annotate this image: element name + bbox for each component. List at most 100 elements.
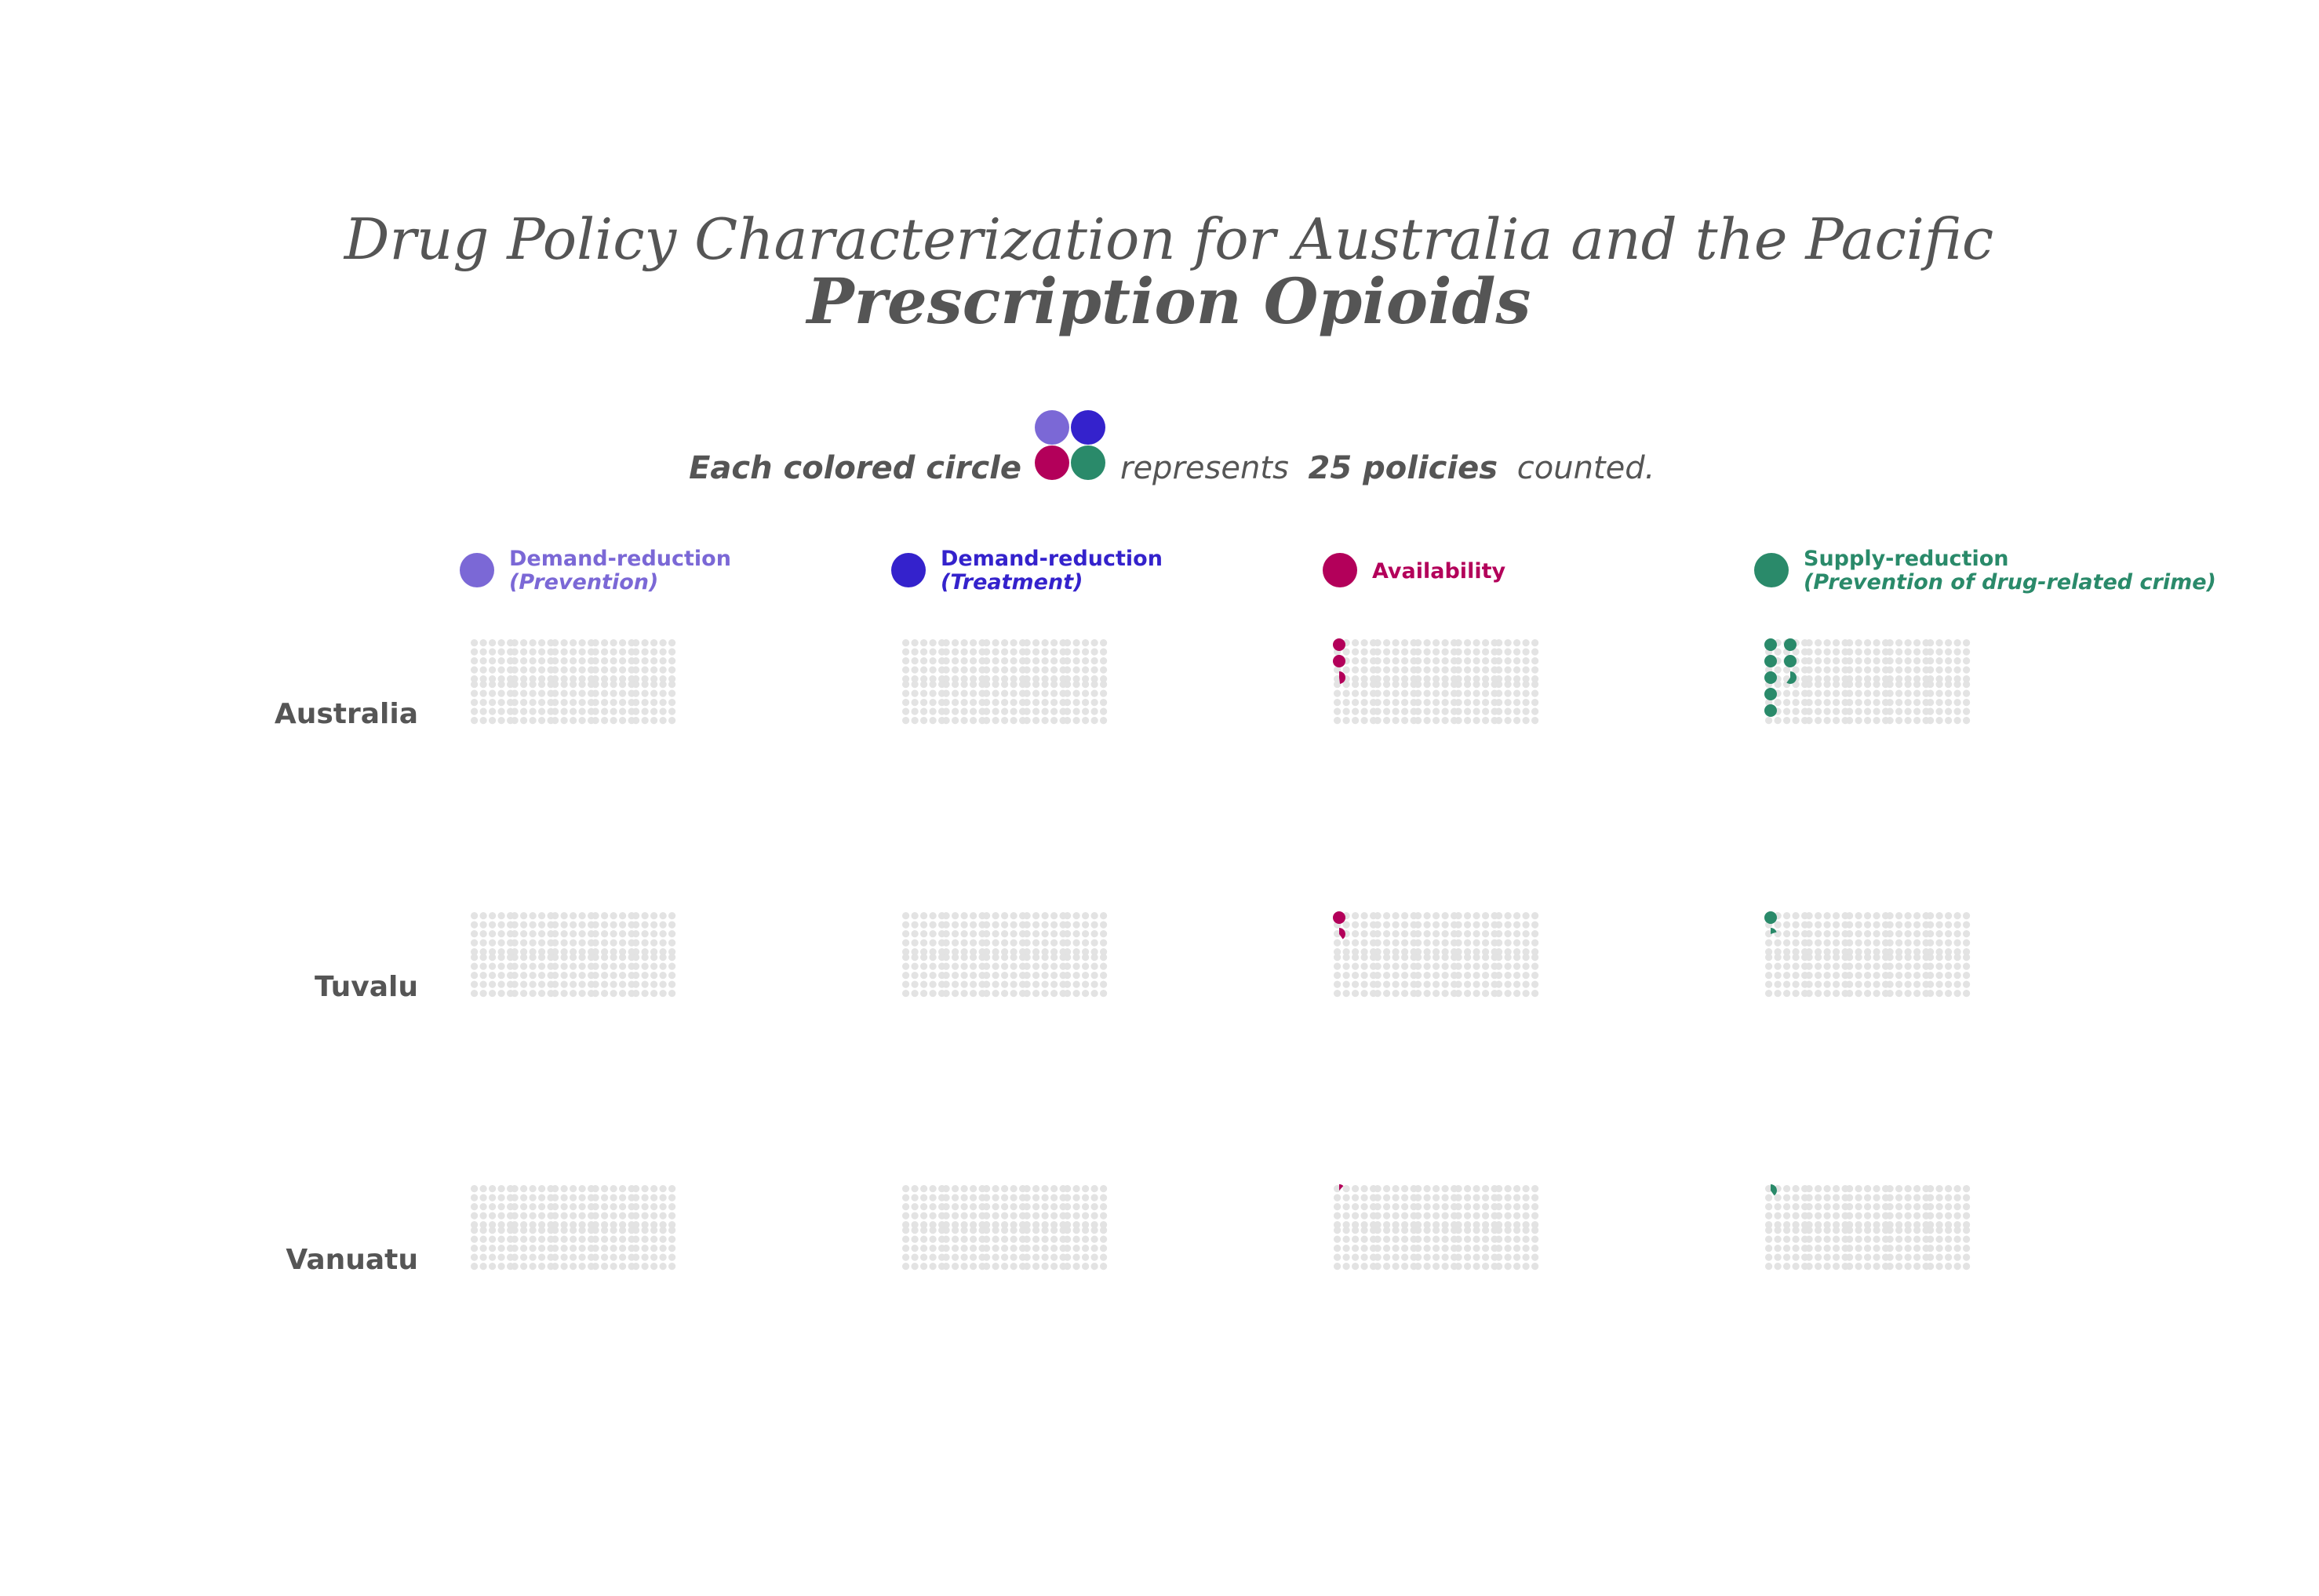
- grid-dot: [1504, 939, 1512, 947]
- grid-dot: [1522, 972, 1530, 980]
- grid-dot: [983, 1253, 991, 1261]
- grid-dot: [902, 689, 910, 697]
- grid-dot: [1360, 639, 1368, 647]
- grid-dot: [471, 699, 479, 707]
- grid-dot: [1495, 1203, 1503, 1211]
- grid-dot: [1945, 657, 1953, 665]
- grid-dot: [1334, 1253, 1342, 1261]
- grid-dot: [1935, 921, 1943, 929]
- grid-dot: [1945, 1245, 1953, 1252]
- grid-dot: [529, 1203, 537, 1211]
- grid-dot: [1464, 962, 1472, 970]
- grid-dot: [1963, 921, 1971, 929]
- grid-dot: [1495, 707, 1503, 715]
- grid-dot: [1383, 954, 1391, 962]
- grid-dot: [1482, 1253, 1490, 1261]
- grid-dot: [1855, 639, 1862, 647]
- grid-dot: [1895, 990, 1903, 998]
- grid-dot: [610, 1263, 617, 1271]
- grid-dot: [992, 1194, 999, 1202]
- grid-dot: [1504, 681, 1512, 689]
- grid-dot: [552, 648, 559, 656]
- grid-dot: [1433, 1235, 1440, 1243]
- grid-dot: [471, 930, 479, 938]
- grid-dot: [1913, 1263, 1921, 1271]
- grid-dot: [1383, 639, 1391, 647]
- grid-dot: [1064, 1253, 1072, 1261]
- grid-dot: [1904, 717, 1912, 725]
- grid-dot: [1352, 972, 1360, 980]
- grid-dot: [1927, 657, 1935, 665]
- grid-dot: [489, 1253, 497, 1261]
- grid-dot: [1864, 1185, 1872, 1193]
- grid-dot: [970, 972, 977, 980]
- grid-dot: [1050, 1194, 1058, 1202]
- key-legend: Each colored circle represents 25 polici…: [689, 410, 1655, 486]
- grid-dot: [1072, 954, 1080, 962]
- grid-dot: [471, 681, 479, 689]
- grid-dot: [983, 1203, 991, 1211]
- grid-dot: [1513, 1185, 1521, 1193]
- grid-dot: [520, 699, 528, 707]
- grid-dot: [942, 980, 950, 988]
- grid-dot: [960, 912, 968, 920]
- grid-dot: [1904, 1253, 1912, 1261]
- grid-dot: [1774, 666, 1782, 674]
- grid-dot: [1041, 954, 1049, 962]
- grid-dot: [1846, 980, 1854, 988]
- grid-dot: [970, 666, 977, 674]
- grid-dot: [1846, 962, 1854, 970]
- grid-dot: [601, 1263, 609, 1271]
- grid-dot: [1082, 648, 1090, 656]
- grid-dot: [632, 939, 640, 947]
- grid-dot: [1041, 1185, 1049, 1193]
- grid-dot: [1823, 972, 1831, 980]
- grid-dot: [911, 681, 919, 689]
- grid-dot: [560, 921, 568, 929]
- grid-dot: [960, 717, 968, 725]
- legend-swatch-prevention: [460, 553, 494, 587]
- grid-dot: [1423, 1227, 1431, 1234]
- grid-dot: [1522, 1194, 1530, 1202]
- grid-dot: [578, 1245, 586, 1252]
- grid-dot: [601, 666, 609, 674]
- grid-dot: [1383, 689, 1391, 697]
- grid-dot: [1935, 657, 1943, 665]
- grid-dot: [1765, 980, 1773, 988]
- grid-dot: [983, 699, 991, 707]
- grid-dot: [1823, 699, 1831, 707]
- grid-dot: [1334, 1235, 1342, 1243]
- grid-dot: [1846, 930, 1854, 938]
- grid-dot: [1823, 666, 1831, 674]
- grid-dot: [983, 972, 991, 980]
- grid-dot: [570, 972, 577, 980]
- grid-dot: [1392, 639, 1400, 647]
- grid-dot: [1401, 657, 1409, 665]
- grid-dot: [1886, 1227, 1894, 1234]
- grid-dot: [1023, 1245, 1031, 1252]
- grid-dot: [1774, 717, 1782, 725]
- grid-dot: [911, 1203, 919, 1211]
- grid-dot: [902, 1227, 910, 1234]
- grid-dot: [1823, 912, 1831, 920]
- grid-dot: [659, 921, 667, 929]
- grid-dot: [1864, 1263, 1872, 1271]
- grid-dot: [1064, 1245, 1072, 1252]
- grid-dot: [1963, 639, 1971, 647]
- grid-dot: [1342, 972, 1350, 980]
- grid-dot: [1401, 666, 1409, 674]
- grid-dot: [952, 939, 959, 947]
- grid-dot: [902, 657, 910, 665]
- grid-dot: [970, 1263, 977, 1271]
- grid-dot: [1833, 681, 1840, 689]
- grid-dot: [619, 1235, 627, 1243]
- grid-dot: [929, 962, 937, 970]
- grid-dot: [471, 707, 479, 715]
- grid-dot: [650, 980, 658, 988]
- grid-dot: [1886, 921, 1894, 929]
- grid-dot: [489, 639, 497, 647]
- grid-dot: [1935, 1203, 1943, 1211]
- grid-dot: [1482, 689, 1490, 697]
- grid-dot: [632, 1212, 640, 1220]
- grid-dot: [970, 717, 977, 725]
